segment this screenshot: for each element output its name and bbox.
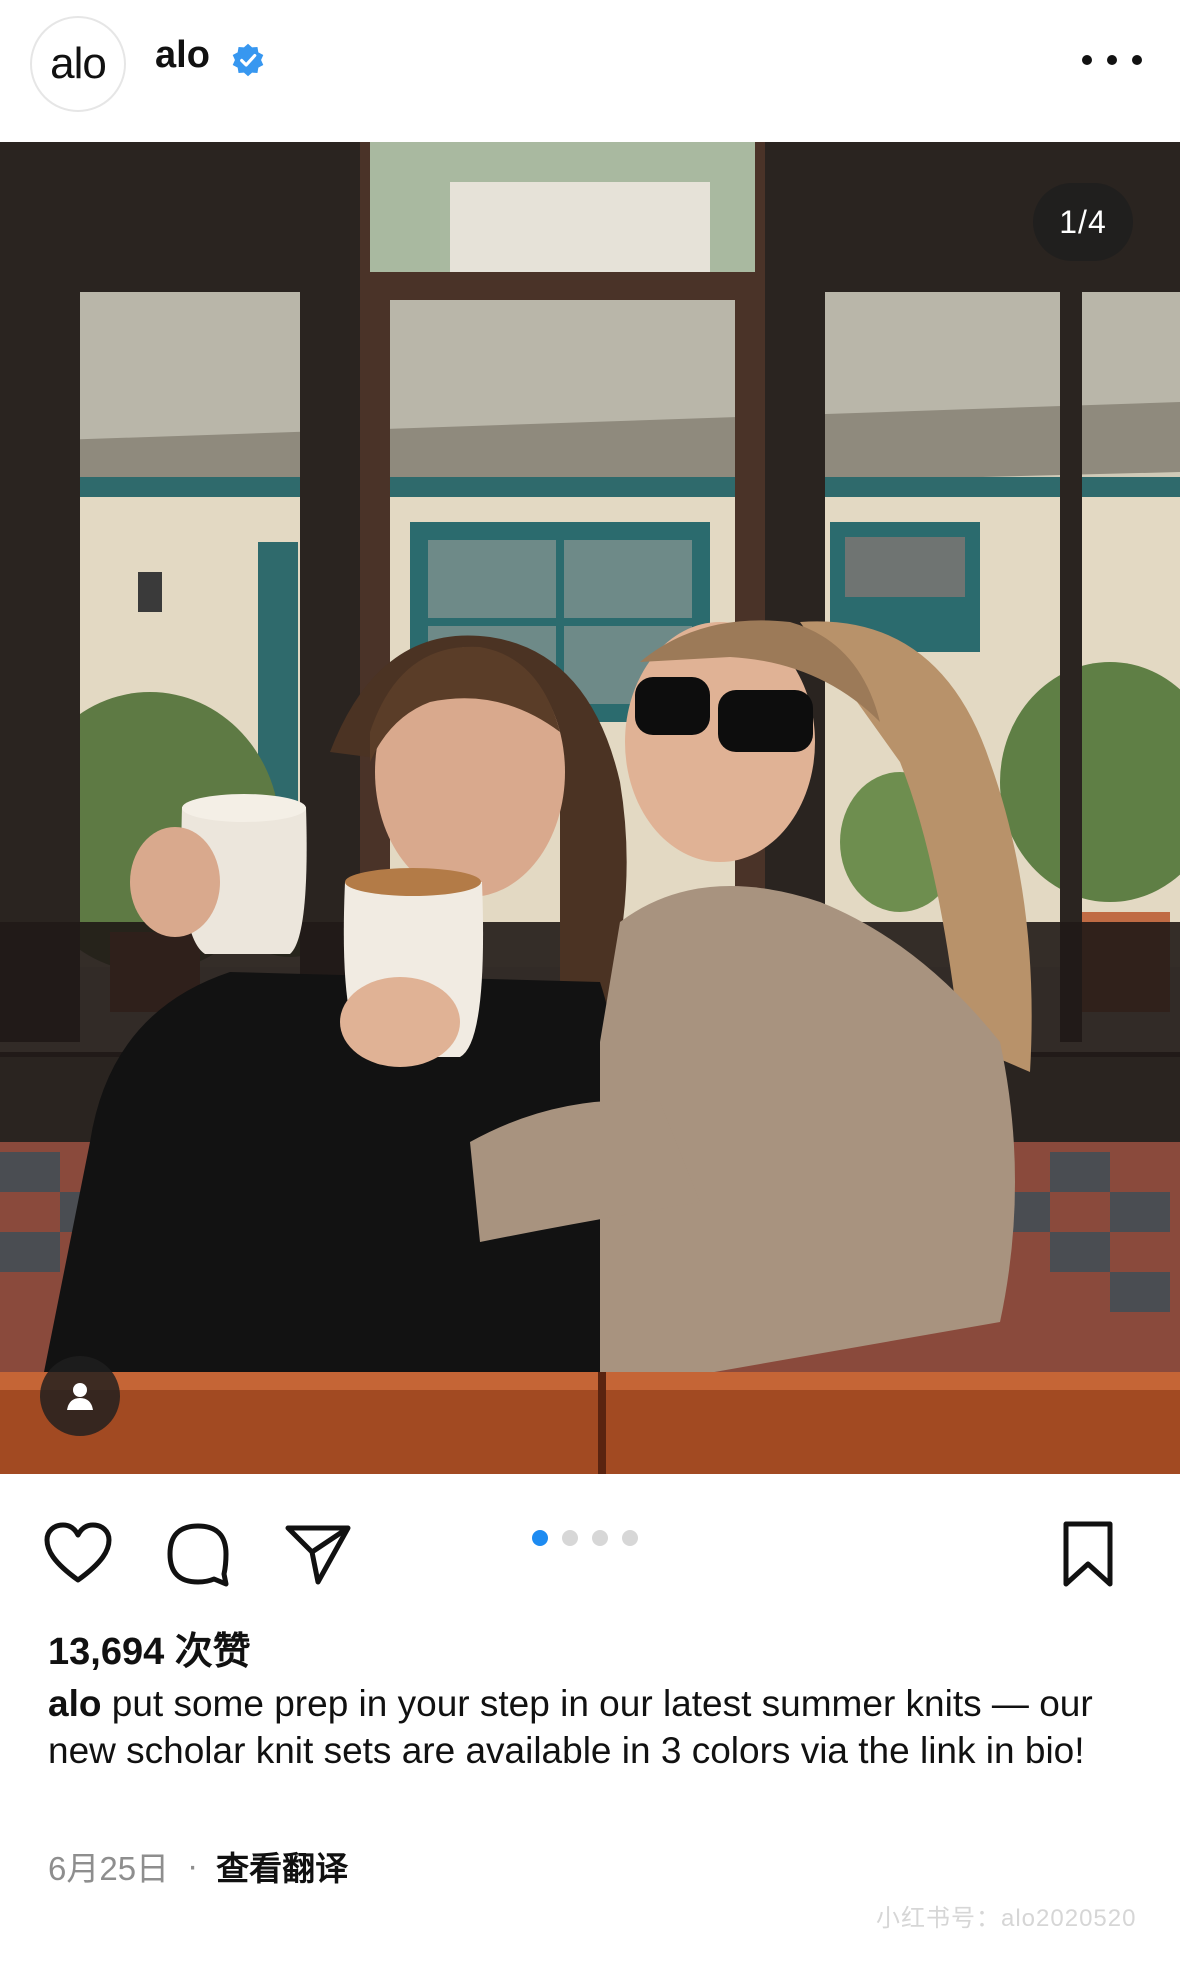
likes-count[interactable]: 13,694 次赞 [48, 1620, 251, 1675]
carousel-dot-active [532, 1530, 548, 1546]
share-button[interactable] [280, 1516, 356, 1592]
caption-username[interactable]: alo [48, 1683, 101, 1724]
account-avatar[interactable]: alo [30, 16, 126, 112]
carousel-dot [592, 1530, 608, 1546]
heart-icon [44, 1522, 112, 1583]
more-icon-dot [1082, 55, 1092, 65]
post-header: alo alo [0, 0, 1180, 140]
post-actions-bar [0, 1476, 1180, 1616]
carousel-indicator [532, 1530, 638, 1546]
save-button[interactable] [1050, 1516, 1126, 1592]
avatar-logo-text: alo [50, 39, 107, 88]
more-icon-dot [1132, 55, 1142, 65]
more-options-button[interactable] [1082, 40, 1142, 80]
meta-separator: · [187, 1847, 199, 1884]
like-button[interactable] [40, 1516, 116, 1592]
carousel-dot [622, 1530, 638, 1546]
watermark: 小红书号：alo2020520 [876, 1905, 1137, 1932]
tagged-people-button[interactable] [40, 1356, 120, 1436]
image-counter-badge: 1/4 [1033, 183, 1133, 261]
see-translation-link[interactable]: 查看翻译 [216, 1842, 348, 1890]
post-meta: 6月25日 · 查看翻译 [48, 1842, 348, 1890]
send-icon [285, 1525, 351, 1585]
carousel-dot [562, 1530, 578, 1546]
post-caption: alo put some prep in your step in our la… [48, 1680, 1128, 1774]
caption-text: put some prep in your step in our latest… [48, 1683, 1093, 1771]
post-date: 6月25日 [48, 1850, 170, 1887]
more-icon-dot [1107, 55, 1117, 65]
post-image[interactable] [0, 142, 1180, 1474]
account-username[interactable]: alo [155, 34, 210, 77]
bookmark-icon [1063, 1521, 1113, 1587]
comment-button[interactable] [160, 1516, 236, 1592]
verified-badge-icon [232, 43, 264, 77]
post-photo-illustration [0, 142, 1180, 1474]
comment-icon [167, 1523, 229, 1587]
person-tag-icon [67, 1383, 93, 1410]
